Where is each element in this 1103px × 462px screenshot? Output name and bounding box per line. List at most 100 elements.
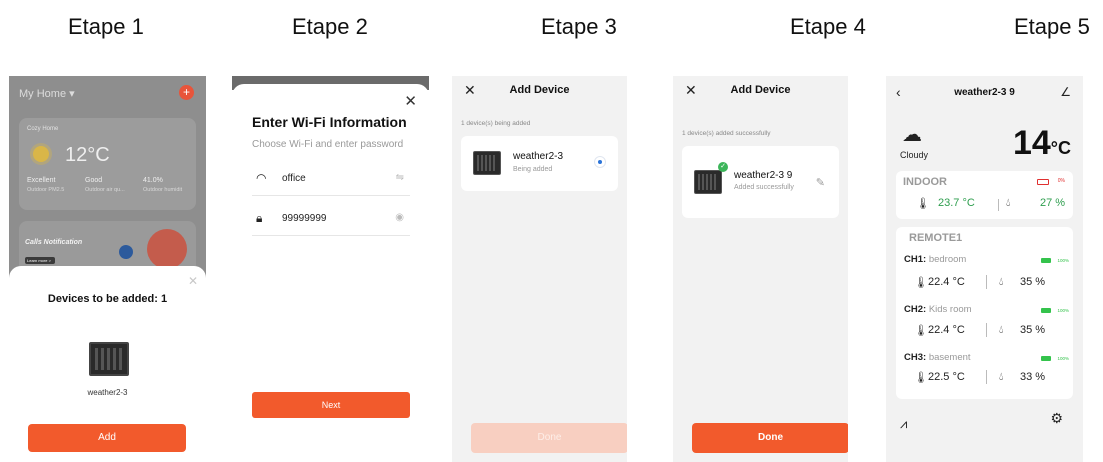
stat-label: Excellent [27, 177, 56, 184]
step-label-5: Etape 5 [1014, 14, 1090, 39]
phone-icon [147, 229, 187, 269]
device-status: Being added [513, 166, 553, 173]
weather-card[interactable]: Cozy Home 12°C Excellent Outdoor PM2.5 G… [19, 118, 196, 210]
status-text: 1 device(s) added successfully [682, 130, 771, 137]
page-title: Add Device [730, 84, 791, 96]
channel-2-temp: 22.4 °C [928, 324, 965, 336]
channel-3-label: CH3: basement [904, 352, 971, 363]
device-status: Added successfully [734, 184, 794, 191]
divider [998, 199, 999, 211]
divider [986, 275, 987, 289]
home-header: My Home ▾ + [9, 76, 206, 112]
stat-label: Good [85, 177, 103, 184]
stat-label: 41.0% [143, 177, 163, 184]
thermometer-icon: 🌡︎ [914, 372, 928, 384]
humidity-icon: 💧︎ [999, 371, 1004, 383]
close-icon[interactable]: ✕ [404, 92, 417, 110]
channel-id: CH1: [904, 254, 927, 265]
channel-1-label: CH1: bedroom [904, 254, 966, 265]
chart-icon[interactable]: ⩘ [900, 416, 907, 432]
outdoor-temp: 12°C [65, 144, 110, 166]
device-image [694, 170, 722, 194]
wifi-field[interactable]: ◠ office ⇋ [252, 162, 410, 196]
indoor-label: INDOOR [903, 176, 947, 188]
settings-icon[interactable]: ⚙ [1050, 410, 1063, 427]
battery-icon [1041, 356, 1051, 361]
sheet-title: Devices to be added: 1 [47, 293, 168, 305]
device-card: weather2-3 Being added [461, 136, 618, 191]
thermometer-icon: 🌡︎ [916, 198, 930, 210]
wifi-name: office [282, 173, 306, 184]
divider [986, 370, 987, 384]
page-subtitle: Choose Wi-Fi and enter password [252, 139, 404, 150]
page-title: weather2-3 9 [954, 87, 1015, 98]
password-field[interactable]: 🔒︎ 99999999 ◉ [252, 202, 410, 236]
device-image [89, 342, 129, 376]
channel-id: CH2: [904, 304, 927, 315]
stat-sub: Outdoor air qu... [85, 187, 125, 193]
weather-condition: Cloudy [900, 150, 929, 160]
add-button[interactable]: Add [28, 424, 186, 452]
channel-1-humidity: 35 % [1020, 276, 1046, 288]
channel-3-humidity: 33 % [1020, 371, 1046, 383]
battery-icon [1041, 308, 1051, 313]
page-title: Add Device [509, 84, 570, 96]
indoor-card[interactable]: INDOOR 0% 🌡︎ 23.7 °C 💧︎ 27 % [896, 171, 1073, 219]
add-device-icon[interactable]: + [179, 85, 194, 100]
indoor-temp: 23.7 °C [938, 197, 975, 209]
battery-pct: 100% [1057, 308, 1069, 313]
device-card: ✓ weather2-3 9 Added successfully ✎ [682, 146, 839, 218]
eye-icon[interactable]: ◉ [395, 212, 404, 223]
done-button[interactable]: Done [692, 423, 848, 453]
banner-title: Calls Notification [25, 239, 83, 246]
battery-icon [1037, 179, 1049, 185]
temp-value: 14 [1012, 124, 1051, 162]
device-name: weather2-3 [513, 151, 564, 162]
step-label-3: Etape 3 [541, 14, 617, 39]
device-name: weather2-3 9 [734, 170, 793, 181]
battery-pct: 100% [1057, 356, 1069, 361]
channel-3-temp: 22.5 °C [928, 371, 965, 383]
thermometer-icon: 🌡︎ [914, 325, 928, 337]
wifi-icon: ◠ [256, 171, 267, 185]
indoor-readings: 🌡︎ 23.7 °C 💧︎ 27 % [896, 197, 1073, 213]
password-value: 99999999 [282, 213, 327, 224]
close-icon[interactable]: ✕ [188, 274, 198, 288]
wifi-sheet: ✕ Enter Wi-Fi Information Choose Wi-Fi a… [232, 84, 429, 462]
channel-1-temp: 22.4 °C [928, 276, 965, 288]
screen-devices-to-add: My Home ▾ + Cozy Home 12°C Excellent Out… [9, 76, 206, 462]
screen-device-panel: ‹ weather2-3 9 ∠ ☁ Cloudy 14°C INDOOR 0%… [886, 76, 1083, 462]
step-label-2: Etape 2 [292, 14, 368, 39]
lock-icon [119, 245, 133, 259]
sun-icon [33, 146, 49, 162]
remote-card[interactable]: REMOTE1 CH1: bedroom 100% 🌡︎ 22.4 °C 💧︎ … [896, 227, 1073, 399]
cloud-sun-icon: ☁ [902, 124, 922, 146]
channel-2-label: CH2: Kids room [904, 304, 972, 315]
screen-wifi-info: ✕ Enter Wi-Fi Information Choose Wi-Fi a… [232, 76, 429, 462]
screen-adding-device: ✕ Add Device 1 device(s) being added wea… [452, 76, 627, 462]
learn-more-button[interactable]: Learn more > [25, 257, 55, 264]
indoor-humidity: 27 % [1040, 197, 1066, 209]
edit-icon[interactable]: ✎ [816, 176, 825, 189]
temp-unit: °C [1050, 138, 1071, 158]
edit-icon[interactable]: ∠ [1060, 85, 1071, 99]
humidity-icon: 💧︎ [1006, 197, 1011, 209]
lock-icon: 🔒︎ [256, 211, 263, 225]
channel-id: CH3: [904, 352, 927, 363]
page-title: Enter Wi-Fi Information [252, 114, 407, 130]
humidity-icon: 💧︎ [999, 276, 1004, 288]
outdoor-temp: 14°C [1013, 124, 1071, 163]
device-image [473, 151, 501, 175]
home-selector[interactable]: My Home ▾ [19, 87, 75, 100]
battery-pct: 0% [1057, 178, 1065, 184]
screen-device-added: ✕ Add Device 1 device(s) added successfu… [673, 76, 848, 462]
loading-icon [594, 156, 606, 168]
step-label-1: Etape 1 [68, 14, 144, 39]
switch-network-icon[interactable]: ⇋ [396, 172, 404, 183]
device-name: weather2-3 [87, 388, 128, 397]
status-text: 1 device(s) being added [461, 120, 531, 127]
channel-name: Kids room [928, 304, 972, 315]
next-button[interactable]: Next [252, 392, 410, 418]
done-button[interactable]: Done [471, 423, 627, 453]
check-icon: ✓ [718, 162, 728, 172]
